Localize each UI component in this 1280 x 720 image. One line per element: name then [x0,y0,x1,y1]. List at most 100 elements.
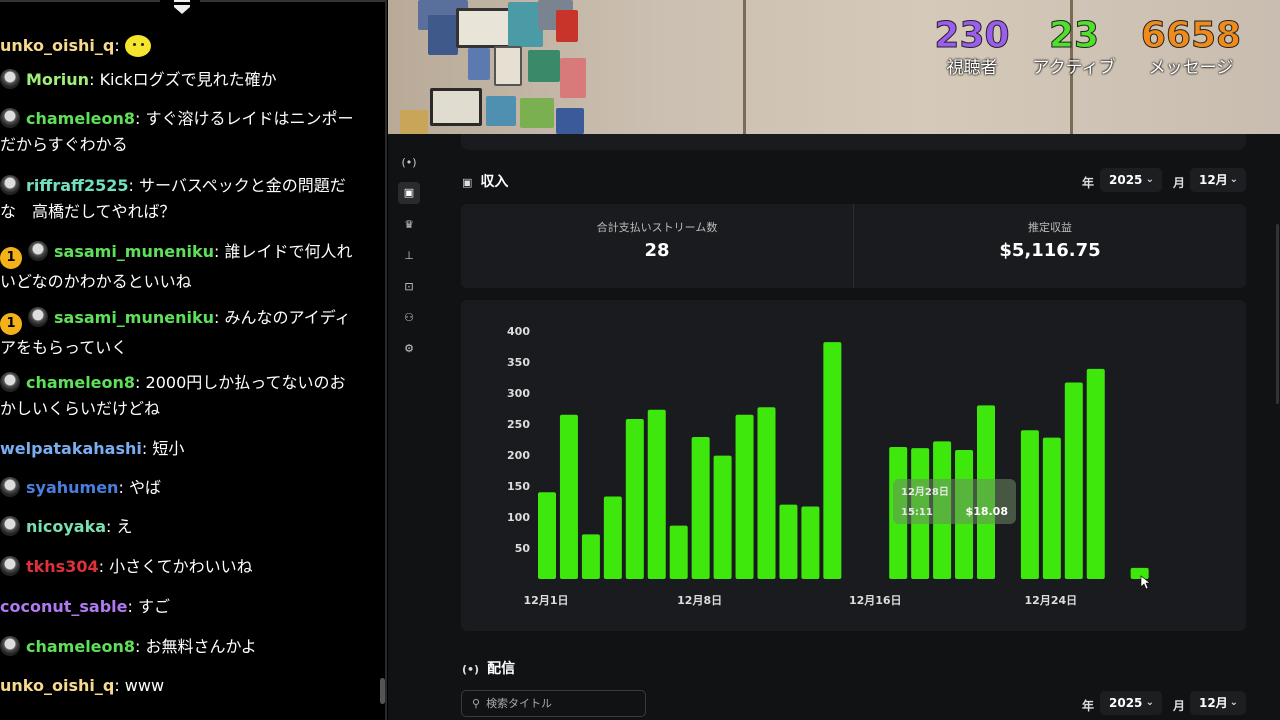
chat-username[interactable]: unko_oishi_q [0,36,114,55]
wall-poster [520,98,554,128]
chat-panel: unko_oishi_q: Moriun: Kickログズで見れた確か chame… [0,0,387,720]
chat-text: 小さくてかわいいね [109,557,253,576]
streams-year-select[interactable]: 2025 ⌄ [1100,691,1162,715]
revenue-bar[interactable] [1064,382,1083,579]
avatar[interactable] [28,241,48,261]
y-tick-label: 50 [515,542,531,555]
chat-message: 1 sasami_muneniku: 誰レイドで何人れいどなのかわかるといいね [0,239,360,295]
avatar[interactable] [0,175,20,195]
avatar[interactable] [0,556,20,576]
chat-username[interactable]: chameleon8 [26,637,135,656]
viewers-label: 視聴者 [946,58,998,78]
revenue-bar[interactable] [757,407,776,579]
revenue-bar[interactable] [823,342,842,579]
broadcast-icon[interactable]: (•) [398,152,420,174]
chat-username[interactable]: syahumen [26,478,118,497]
month-select[interactable]: 12月 ⌄ [1190,168,1246,192]
y-tick-label: 100 [507,511,530,524]
chat-colon: : [141,439,153,458]
chat-message: chameleon8: 2000円しか払ってないのおかしいくらいだけどね [0,370,360,422]
chat-username[interactable]: chameleon8 [26,373,135,392]
revenue-bar[interactable] [647,409,666,579]
y-tick-label: 250 [507,418,530,431]
revenue-bar[interactable] [779,504,798,579]
revenue-bar[interactable] [538,492,556,579]
chat-username[interactable]: nicoyaka [26,517,106,536]
trophy-icon[interactable]: ♛ [398,214,420,236]
chat-username[interactable]: sasami_muneniku [54,242,214,261]
chat-colon: : [118,478,129,497]
dashboard: (•) ▣ ♛ ⊥ ⊡ ⚇ ⚙ ▣ 収入 年 2025 ⌄ 月 12月 ⌄ 合計支払いストリーム数… [388,134,1280,720]
revenue-bar[interactable] [603,496,622,579]
chat-username[interactable]: riffraff2525 [26,176,129,195]
avatar[interactable] [28,307,48,327]
chat-username[interactable]: welpatakahashi [0,439,142,458]
revenue-bar[interactable] [1042,437,1061,579]
revenue-bar-chart[interactable]: 50 100 150 200 250 300 350 400 12月1日 12月8日 12月16日 1… [461,300,1246,631]
door-frame [743,0,746,134]
avatar[interactable] [0,477,20,497]
users-icon[interactable]: ⚇ [398,307,420,329]
chat-username[interactable]: unko_oishi_q [0,676,114,695]
revenue-bar[interactable] [625,419,644,579]
x-tick-label: 12月8日 [677,594,722,607]
chat-username[interactable]: coconut_sable [0,597,128,616]
chat-colon: : [114,36,125,55]
chat-text: すご [137,597,170,616]
gear-icon[interactable]: ⚙ [398,338,420,360]
collapse-chat-handle[interactable] [172,0,192,16]
revenue-bar[interactable] [669,525,688,579]
revenue-bar[interactable] [581,534,600,579]
revenue-bar[interactable] [691,437,710,579]
chat-colon: : [128,176,139,195]
chat-text: え [116,517,133,536]
kpi-title: 合計支払いストリーム数 [596,221,718,234]
year-value: 2025 [1109,696,1143,710]
revenue-bar[interactable] [1086,368,1105,579]
chat-message: tkhs304: 小さくてかわいいね [0,554,360,580]
x-tick-label: 12月1日 [524,594,569,607]
chat-message: unko_oishi_q: [0,33,360,59]
chat-text: www [124,676,165,695]
chat-colon: : [135,373,146,392]
chat-username[interactable]: tkhs304 [26,557,99,576]
wall-poster [400,110,428,134]
chat-message: syahumen: やば [0,475,360,501]
avatar[interactable] [0,516,20,536]
wall-poster [494,46,522,86]
revenue-bar[interactable] [1130,567,1149,579]
chevron-down-icon: ⌄ [1145,697,1154,708]
chat-message: nicoyaka: え [0,514,360,540]
chat-scrollbar[interactable] [380,678,385,704]
y-tick-label: 350 [507,356,530,369]
revenue-bar[interactable] [801,506,820,579]
previous-card-bottom [461,134,1246,150]
revenue-bar[interactable] [713,455,732,579]
wall-poster [428,15,458,55]
chart-icon[interactable]: ▣ [398,182,420,204]
total-paid-streams: 合計支払いストリーム数 28 [461,220,853,266]
avatar[interactable] [0,372,20,392]
chat-username[interactable]: Moriun [26,70,89,89]
avatar[interactable] [0,108,20,128]
chat-colon: : [135,637,146,656]
streams-header: (•) 配信 [462,658,515,678]
camera-icon[interactable]: ⊡ [398,276,420,298]
wall-poster [560,58,586,98]
revenue-bar[interactable] [735,414,754,579]
chat-top-divider [0,0,160,2]
avatar[interactable] [0,636,20,656]
chat-username[interactable]: chameleon8 [26,109,135,128]
page-scrollbar[interactable] [1276,224,1279,404]
x-tick-label: 12月16日 [849,594,902,607]
viewers-stat: 230 視聴者 [933,15,1011,80]
search-input[interactable]: ⚲ 検索タイトル [461,690,646,717]
inbox-icon[interactable]: ⊥ [398,245,420,267]
revenue-bar[interactable] [1020,430,1039,579]
chat-text: お無料さんかよ [145,637,257,656]
streams-month-select[interactable]: 12月 ⌄ [1190,691,1246,715]
year-select[interactable]: 2025 ⌄ [1100,168,1162,192]
avatar[interactable] [0,69,20,89]
revenue-bar[interactable] [559,414,578,579]
chat-username[interactable]: sasami_muneniku [54,308,214,327]
